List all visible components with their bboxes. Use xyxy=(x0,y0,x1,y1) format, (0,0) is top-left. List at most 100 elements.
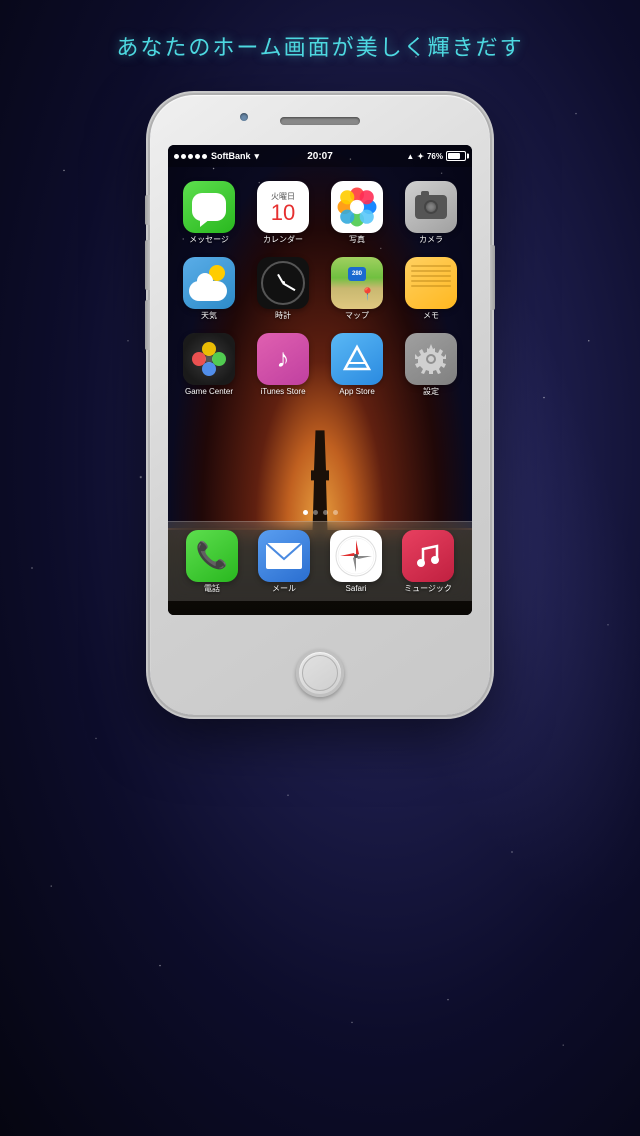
dock-mail[interactable]: メール xyxy=(258,530,310,594)
clock-icon[interactable] xyxy=(257,257,309,309)
itunes-icon[interactable]: ♪ xyxy=(257,333,309,385)
signal-dot-1 xyxy=(174,154,179,159)
cam-bump xyxy=(421,191,429,196)
calendar-icon[interactable]: 火曜日 10 xyxy=(257,181,309,233)
safari-icon-inner xyxy=(330,530,382,582)
page-dots xyxy=(168,510,472,515)
photos-icon[interactable] xyxy=(331,181,383,233)
cam-body xyxy=(415,195,447,219)
gamecenter-icon[interactable] xyxy=(183,333,235,385)
weather-icon-inner xyxy=(183,257,235,309)
signal-dot-4 xyxy=(195,154,200,159)
signal-dot-3 xyxy=(188,154,193,159)
front-camera xyxy=(240,113,248,121)
gamecenter-icon-inner xyxy=(183,333,235,385)
app-photos[interactable]: 写真 xyxy=(320,175,394,251)
mail-icon[interactable] xyxy=(258,530,310,582)
maps-label: マップ xyxy=(345,312,369,321)
cam-lens xyxy=(424,200,438,214)
appstore-icon-inner xyxy=(331,333,383,385)
speaker xyxy=(280,117,360,125)
appstore-icon[interactable] xyxy=(331,333,383,385)
dock-safari[interactable]: Safari xyxy=(330,530,382,594)
title-text: あなたのホーム画面が美しく輝きだす xyxy=(116,35,523,60)
photos-label: 写真 xyxy=(349,236,365,245)
app-calendar[interactable]: 火曜日 10 カレンダー xyxy=(246,175,320,251)
location-icon: ▲ xyxy=(406,152,414,161)
note-line-2 xyxy=(411,270,451,272)
notes-icon-inner xyxy=(405,257,457,309)
page-dot-2 xyxy=(313,510,318,515)
phone-icon[interactable]: 📞 xyxy=(186,530,238,582)
dock-music[interactable]: ミュージック xyxy=(402,530,454,594)
note-line-4 xyxy=(411,280,451,282)
settings-label: 設定 xyxy=(423,388,439,397)
camera-icon[interactable] xyxy=(405,181,457,233)
envelope-icon xyxy=(266,543,302,569)
chat-bubble xyxy=(192,193,226,221)
appstore-a-icon xyxy=(341,343,373,375)
phone-screen[interactable]: SoftBank ▾ 20:07 ▲ ✦ 76% xyxy=(168,145,472,615)
app-weather[interactable]: 天気 xyxy=(172,251,246,327)
notes-icon[interactable] xyxy=(405,257,457,309)
appstore-label: App Store xyxy=(339,388,375,397)
mail-label: メール xyxy=(272,585,296,594)
status-left: SoftBank ▾ xyxy=(174,151,259,162)
signal-dot-5 xyxy=(202,154,207,159)
volume-up-button[interactable] xyxy=(145,240,150,290)
dock: 📞 電話 メール xyxy=(168,521,472,601)
calendar-label: カレンダー xyxy=(263,236,303,245)
home-button-inner xyxy=(302,655,338,691)
safari-label: Safari xyxy=(346,585,367,594)
phone-body: SoftBank ▾ 20:07 ▲ ✦ 76% xyxy=(150,95,490,715)
app-maps[interactable]: 280 📍 マップ xyxy=(320,251,394,327)
itunes-icon-inner: ♪ xyxy=(257,333,309,385)
weather-icon[interactable] xyxy=(183,257,235,309)
battery-fill xyxy=(448,153,460,159)
app-notes[interactable]: メモ xyxy=(394,251,468,327)
volume-down-button[interactable] xyxy=(145,300,150,350)
dock-phone[interactable]: 📞 電話 xyxy=(186,530,238,594)
bluetooth-icon: ✦ xyxy=(417,152,424,161)
maps-icon[interactable]: 280 📍 xyxy=(331,257,383,309)
cloud xyxy=(189,281,227,301)
status-bar: SoftBank ▾ 20:07 ▲ ✦ 76% xyxy=(168,145,472,167)
home-button[interactable] xyxy=(296,649,344,697)
wifi-icon: ▾ xyxy=(255,151,260,162)
compass-icon xyxy=(334,534,378,578)
phone-device: SoftBank ▾ 20:07 ▲ ✦ 76% xyxy=(150,95,490,715)
app-messages[interactable]: メッセージ xyxy=(172,175,246,251)
tower-silhouette xyxy=(305,430,335,530)
app-settings[interactable]: 設定 xyxy=(394,327,468,403)
page-title: あなたのホーム画面が美しく輝きだす xyxy=(0,30,640,62)
highway-badge: 280 xyxy=(348,267,366,281)
app-itunes[interactable]: ♪ iTunes Store xyxy=(246,327,320,403)
messages-icon[interactable] xyxy=(183,181,235,233)
settings-icon[interactable] xyxy=(405,333,457,385)
page-dot-1 xyxy=(303,510,308,515)
time-display: 20:07 xyxy=(307,151,333,162)
app-gamecenter[interactable]: Game Center xyxy=(172,327,246,403)
app-grid: メッセージ 火曜日 10 カレンダー xyxy=(168,167,472,410)
phone-icon-inner: 📞 xyxy=(186,530,238,582)
messages-label: メッセージ xyxy=(189,236,229,245)
music-note: ♪ xyxy=(277,343,290,374)
app-clock[interactable]: 時計 xyxy=(246,251,320,327)
safari-icon[interactable] xyxy=(330,530,382,582)
mute-button[interactable] xyxy=(145,195,150,225)
app-appstore[interactable]: App Store xyxy=(320,327,394,403)
notes-label: メモ xyxy=(423,312,439,321)
cal-day: 10 xyxy=(271,202,295,224)
carrier-label: SoftBank xyxy=(211,151,251,161)
phone-label: 電話 xyxy=(204,585,220,594)
page-dot-4 xyxy=(333,510,338,515)
app-camera[interactable]: カメラ xyxy=(394,175,468,251)
music-icon[interactable] xyxy=(402,530,454,582)
weather-label: 天気 xyxy=(201,312,217,321)
clock-face xyxy=(261,261,305,305)
phone-glyph: 📞 xyxy=(196,540,228,571)
power-button[interactable] xyxy=(490,245,495,310)
note-line-3 xyxy=(411,275,451,277)
clock-label: 時計 xyxy=(275,312,291,321)
note-line-1 xyxy=(411,265,451,267)
